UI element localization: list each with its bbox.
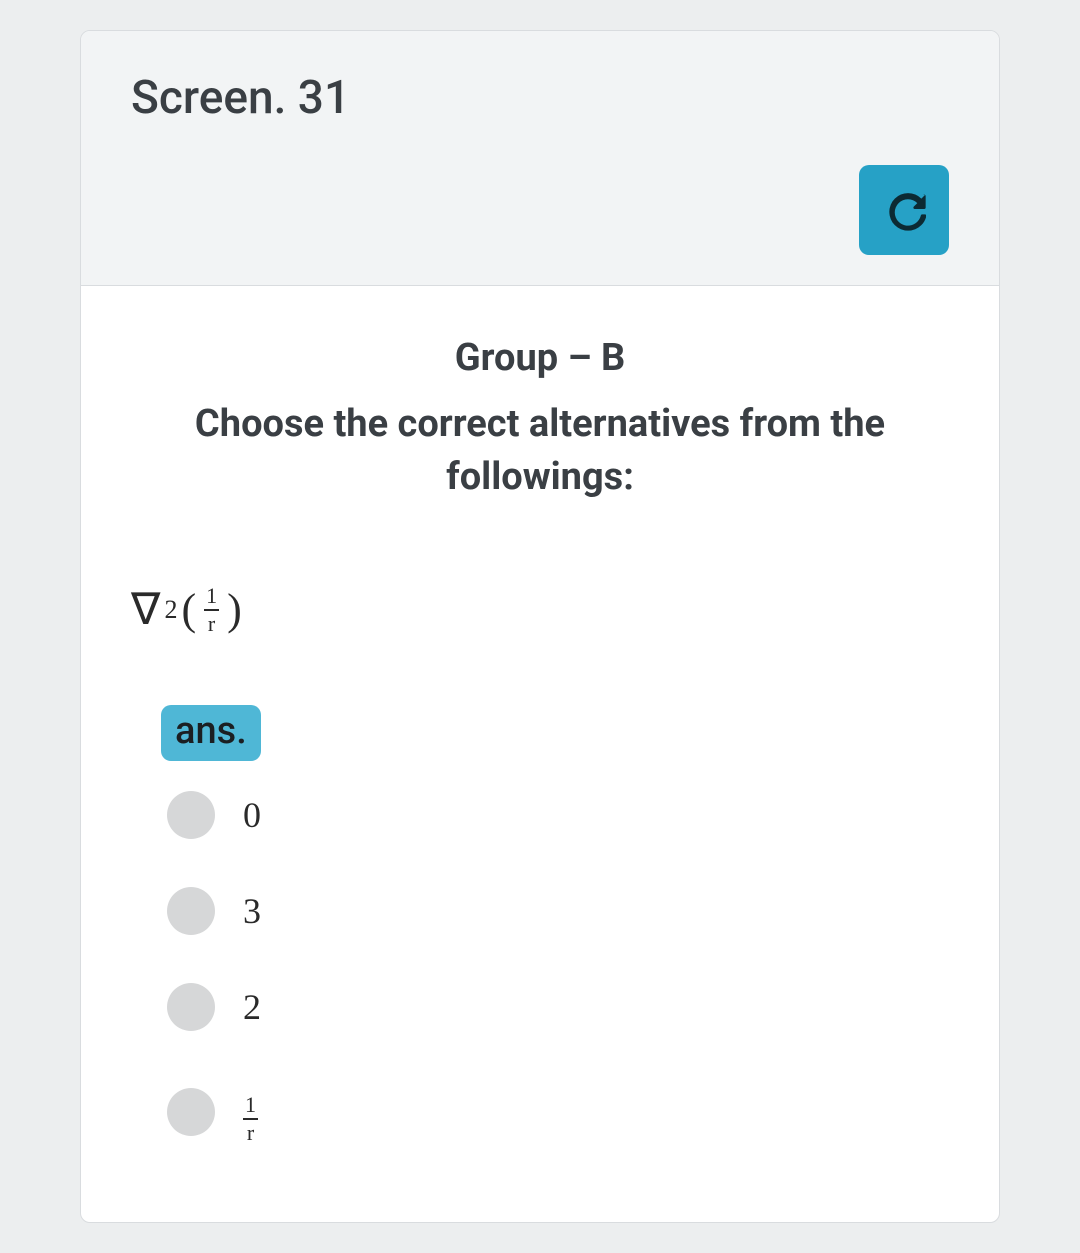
refresh-button[interactable] [859, 165, 949, 255]
option-frac-num: 1 [243, 1094, 258, 1116]
question-card: Screen. 31 Group – B Choose the correct … [80, 30, 1000, 1223]
refresh-icon [882, 187, 926, 234]
list-item: 3 [167, 887, 949, 935]
fraction-denominator: r [206, 613, 217, 635]
option-frac-den: r [245, 1122, 256, 1144]
list-item: 2 [167, 983, 949, 1031]
nabla-symbol: ∇ [131, 584, 160, 635]
close-paren: ) [227, 584, 242, 635]
answer-label: ans. [161, 705, 261, 761]
instruction-text: Choose the correct alternatives from the… [131, 398, 949, 504]
list-item: 1 r [167, 1079, 949, 1144]
radio-option-2[interactable] [167, 983, 215, 1031]
open-paren: ( [181, 584, 196, 635]
option-text: 2 [243, 986, 261, 1028]
radio-option-0[interactable] [167, 791, 215, 839]
card-body: Group – B Choose the correct alternative… [81, 286, 999, 1222]
header-actions [131, 165, 949, 255]
option-fraction: 1 r [243, 1079, 258, 1144]
question-block: ∇2 ( 1 r ) ans. 0 [131, 584, 949, 1144]
option-text: 3 [243, 890, 261, 932]
page-root: Screen. 31 Group – B Choose the correct … [0, 0, 1080, 1253]
option-text: 0 [243, 794, 261, 836]
list-item: 0 [167, 791, 949, 839]
radio-option-1[interactable] [167, 887, 215, 935]
options-list: 0 3 2 1 [167, 791, 949, 1144]
exponent: 2 [164, 595, 177, 625]
fraction-numerator: 1 [204, 585, 219, 607]
fraction: 1 r [204, 585, 219, 635]
page-title: Screen. 31 [131, 71, 949, 125]
card-header: Screen. 31 [81, 31, 999, 286]
radio-option-3[interactable] [167, 1088, 215, 1136]
group-heading: Group – B [131, 336, 949, 380]
question-formula: ∇2 ( 1 r ) [131, 584, 949, 635]
